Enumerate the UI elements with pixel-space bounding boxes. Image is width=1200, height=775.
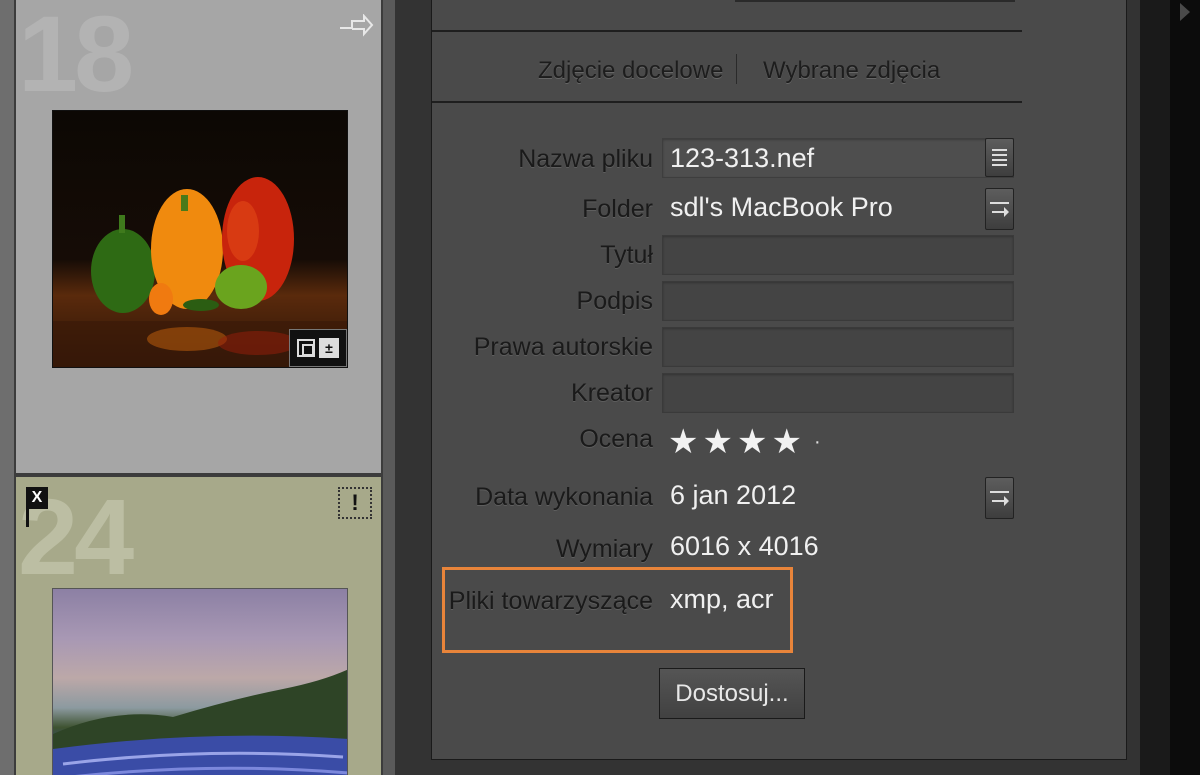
rating-stars[interactable]: ★ ★ ★ ★ · xyxy=(668,422,821,462)
grid-cell-24[interactable]: 24 X ! xyxy=(16,477,383,775)
star-5-empty-icon[interactable]: · xyxy=(814,431,821,454)
triangle-right-icon[interactable] xyxy=(1179,2,1191,22)
label-filename: Nazwa pliku xyxy=(518,145,653,173)
filename-value: 123-313.nef xyxy=(670,143,815,173)
metadata-panel: Zdjęcie docelowe Wybrane zdjęcia Nazwa p… xyxy=(395,0,1140,775)
customize-button[interactable]: Dostosuj... xyxy=(659,668,805,719)
arrow-right-icon xyxy=(990,491,1009,506)
title-field[interactable] xyxy=(662,235,1014,275)
star-1-icon[interactable]: ★ xyxy=(668,422,698,462)
label-title: Tytuł xyxy=(600,241,653,269)
divider-top xyxy=(432,30,1022,32)
reject-flag-icon[interactable]: X xyxy=(26,487,48,527)
divider-tabs xyxy=(432,101,1022,103)
tab-selected-photos[interactable]: Wybrane zdjęcia xyxy=(763,57,940,85)
grid-cell-18[interactable]: 18 ± xyxy=(16,0,383,473)
filename-menu-button[interactable] xyxy=(985,138,1014,177)
folder-goto-button[interactable] xyxy=(985,188,1014,230)
panel-collapse-strip[interactable] xyxy=(1170,0,1200,775)
capture-date-goto-button[interactable] xyxy=(985,477,1014,519)
star-3-icon[interactable]: ★ xyxy=(737,422,767,462)
capture-date-value: 6 jan 2012 xyxy=(670,480,797,510)
copyright-field[interactable] xyxy=(662,327,1014,367)
grid-view: 18 ± 24 X ! xyxy=(0,0,395,775)
grid-left-edge xyxy=(0,0,16,775)
photo-thumbnail-peppers[interactable]: ± xyxy=(52,110,348,368)
develop-adjust-icon: ± xyxy=(319,338,339,358)
arrow-right-icon xyxy=(990,202,1009,217)
folder-value: sdl's MacBook Pro xyxy=(670,192,893,222)
warning-icon[interactable]: ! xyxy=(338,487,372,519)
photo-thumbnail-landscape[interactable] xyxy=(52,588,348,775)
dimensions-value: 6016 x 4016 xyxy=(670,531,819,561)
rotate-icon[interactable] xyxy=(338,14,374,38)
cell-number: 18 xyxy=(18,0,134,114)
caption-field[interactable] xyxy=(662,281,1014,321)
label-creator: Kreator xyxy=(571,379,653,407)
label-caption: Podpis xyxy=(576,287,653,315)
label-capture-date: Data wykonania xyxy=(475,483,653,511)
tab-target-photo[interactable]: Zdjęcie docelowe xyxy=(538,57,723,85)
label-folder: Folder xyxy=(582,195,653,223)
landscape-illustration xyxy=(53,669,347,775)
star-2-icon[interactable]: ★ xyxy=(702,422,732,462)
star-4-icon[interactable]: ★ xyxy=(771,422,801,462)
virtual-copy-icon xyxy=(297,339,315,357)
top-partial-field xyxy=(735,0,1015,2)
badge-icons: ± xyxy=(289,329,347,367)
label-rating: Ocena xyxy=(579,425,653,453)
label-dimensions: Wymiary xyxy=(556,535,653,563)
tab-separator xyxy=(736,54,737,84)
list-icon xyxy=(992,149,1007,166)
label-copyright: Prawa autorskie xyxy=(473,333,653,361)
panel-right-edge xyxy=(1140,0,1170,775)
metadata-panel-body: Zdjęcie docelowe Wybrane zdjęcia Nazwa p… xyxy=(431,0,1127,760)
highlight-box xyxy=(442,567,793,653)
creator-field[interactable] xyxy=(662,373,1014,413)
